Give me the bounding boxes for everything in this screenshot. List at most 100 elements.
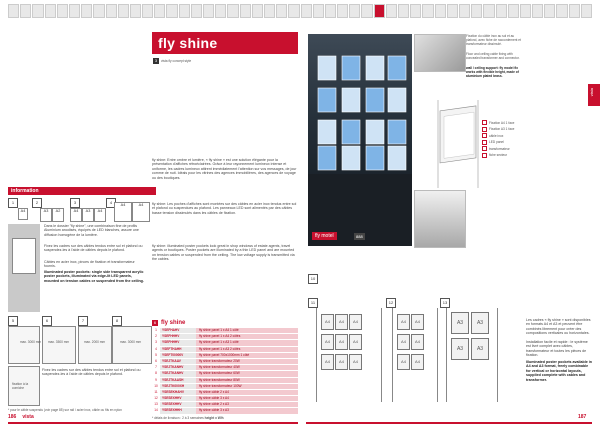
legend-label: fiche secteur: [489, 153, 508, 157]
layout-diagrams: 10 11 12 13 A4 A4 A4 A4 A4 A4 A4 A4 A4 A…: [308, 274, 528, 404]
product-description: fly shine panel 1 x A3 1 côté: [196, 340, 298, 346]
product-code: YSEJTKANHV: [160, 365, 196, 371]
poster-slot-a3: A3: [471, 312, 489, 334]
poster-slot: A4: [411, 334, 424, 350]
fixing-photo-bottom: [414, 190, 466, 248]
illuminated-poster: [387, 55, 407, 81]
catalogue-thumbnail: [276, 4, 288, 18]
right-text-bold: Illuminated poster pockets available in …: [526, 360, 592, 382]
product-code: YSEFT00000V: [160, 352, 196, 358]
right-text-2: Installation facile et rapide : le systè…: [526, 340, 588, 358]
dimension-label: max. 3000 mm: [120, 340, 142, 344]
illuminated-poster: [387, 119, 407, 145]
suspension-text: Fixez les cadres sur des câbles tendus e…: [42, 368, 141, 377]
row-number: 3: [155, 340, 157, 345]
catalogue-thumbnail: [446, 4, 458, 18]
legend-label: transformateur: [489, 146, 510, 151]
product-description: fly shine panel 1 x A3 2 côtés: [196, 346, 298, 352]
cable-layout-b: A4 A4 A4 A4 A4 A4: [392, 308, 438, 402]
catalogue-thumbnail-strip: [8, 4, 592, 18]
product-code: YSEFHHHV: [160, 340, 196, 346]
product-code: YSESEKHAHV: [160, 389, 196, 396]
poster-slot: A4: [321, 334, 334, 350]
format-box: A4: [70, 208, 82, 222]
row-number: 4: [155, 346, 157, 351]
format-box: A3: [40, 208, 52, 222]
format-box: A4: [94, 208, 106, 222]
legend-item: fiche secteur: [482, 152, 522, 158]
catalogue-thumbnail: [44, 4, 56, 18]
photo-label-box: fly motel: [312, 232, 337, 240]
legend-label: câble inox: [489, 133, 504, 138]
photo-num: 888: [354, 233, 365, 240]
illuminated-poster: [365, 55, 385, 81]
legend-item: Fixation A4 1 face: [482, 120, 522, 125]
product-description: fly shine transformateur 40W: [196, 365, 298, 371]
poster-slot: A4: [349, 354, 362, 370]
page-title: fly shine: [158, 35, 218, 51]
legend-item: Fixation A3 1 face: [482, 126, 522, 132]
catalogue-thumbnail: [361, 4, 373, 18]
legend-marker: [482, 133, 487, 138]
catalogue-thumbnail: [398, 4, 410, 18]
poster-slot: A4: [397, 354, 410, 370]
catalogue-thumbnail: [154, 4, 166, 18]
bottom-diagram-2: fixation à la corniche Fixez les cadres …: [8, 366, 154, 406]
catalogue-thumbnail: [117, 4, 129, 18]
poster-slot: A4: [397, 334, 410, 350]
info-paragraph-2: Fixez les cadres sur des câbles tendus e…: [44, 244, 143, 253]
catalogue-thumbnail: [93, 4, 105, 18]
illuminated-poster: [341, 87, 361, 113]
poster-slot-a3: A3: [451, 338, 469, 360]
catalogue-thumbnail: [580, 4, 592, 18]
body-text-3: fly shine: illuminated poster pockets lo…: [152, 244, 295, 262]
poster-slot: A4: [411, 314, 424, 330]
ref-text: vista fly concept style: [161, 59, 192, 63]
ref-number: 3: [153, 58, 159, 64]
row-number: 9: [155, 377, 157, 382]
illuminated-poster: [341, 119, 361, 145]
poster-slot: A4: [349, 314, 362, 330]
catalogue-thumbnail: [300, 4, 312, 18]
product-description: fly shine câble 2 x A4: [196, 389, 298, 396]
row-number: 14: [154, 408, 158, 413]
format-box: A4: [114, 202, 132, 222]
illuminated-poster: [317, 119, 337, 145]
illuminated-poster: [387, 87, 407, 113]
table-rows: 1 YSEFHAHV fly shine panel 1 x A4 1 côté 2 Y…: [152, 328, 298, 415]
catalogue-thumbnail: [410, 4, 422, 18]
catalogue-thumbnail: [32, 4, 44, 18]
illuminated-poster: [365, 87, 385, 113]
info-paragraph-1: Dans le dossier "fly shine", une combina…: [44, 224, 139, 237]
dimension-label: max. 3500 mm: [48, 340, 70, 344]
fixing-photo-top: [414, 34, 466, 72]
body-text-2: fly shine: Les poches d'affiches sont mo…: [152, 202, 297, 215]
info-num-2: 2: [32, 198, 42, 208]
diagram-num-7: 7: [78, 316, 88, 326]
product-description: fly shine câble 2 x A3: [196, 402, 298, 408]
diagram-num-6: 6: [42, 316, 52, 326]
catalogue-thumbnail: [56, 4, 68, 18]
product-code: YSEFHAHV: [160, 328, 196, 334]
product-code: YSEJTKANHV: [160, 371, 196, 377]
product-description: fly shine transformateur 20W: [196, 358, 298, 365]
format-box: A4: [18, 208, 28, 220]
catalogue-thumbnail: [324, 4, 337, 18]
catalogue-thumbnail: [385, 4, 397, 18]
product-photo: fly motel 888: [308, 34, 412, 246]
catalogue-thumbnail: [142, 4, 154, 18]
legend-label: Fixation A4 1 face: [489, 120, 515, 125]
catalogue-thumbnail: [215, 4, 227, 18]
catalogue-thumbnail: [373, 4, 385, 18]
poster-slot: A4: [411, 354, 424, 370]
product-description: fly shine câble 3 x A4: [196, 396, 298, 402]
poster-slot: A4: [397, 314, 410, 330]
catalogue-thumbnail: [422, 4, 434, 18]
row-number: 5: [155, 352, 157, 357]
row-number: 8: [155, 371, 157, 376]
legend-label: Fixation A3 1 face: [489, 127, 515, 131]
product-code: YSEJTK000XH: [160, 383, 196, 389]
catalogue-thumbnail: [471, 4, 483, 18]
footnote: * pour le câble suspendu (voir page 85) …: [8, 408, 122, 412]
catalogue-thumbnail: [81, 4, 93, 18]
